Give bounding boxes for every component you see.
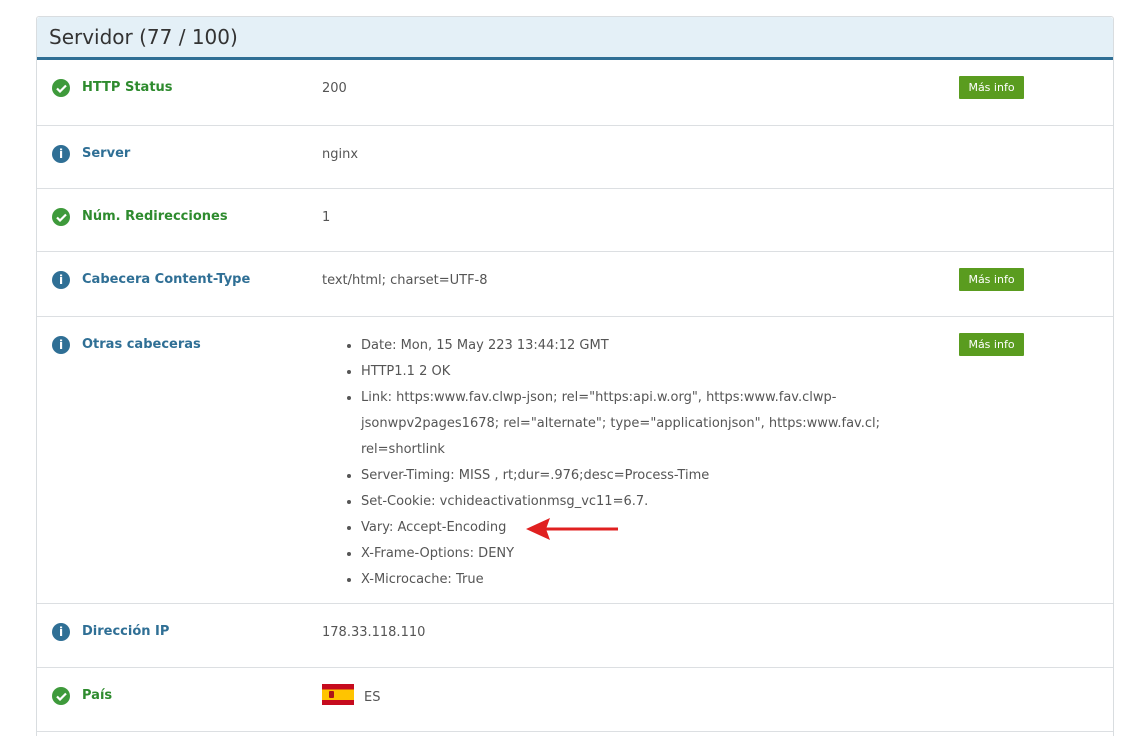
list-item: X-Microcache: True xyxy=(343,567,943,593)
row-server: i Server nginx xyxy=(37,126,1113,189)
row-value: 200 xyxy=(322,81,347,96)
row-content-type: i Cabecera Content-Type text/html; chars… xyxy=(37,252,1113,317)
list-item: X-Frame-Options: DENY xyxy=(343,541,943,567)
row-http-status: HTTP Status 200 Más info xyxy=(37,60,1113,126)
row-label: HTTP Status xyxy=(82,80,173,95)
row-label: Server xyxy=(82,146,131,161)
list-item: Server-Timing: MISS , rt;dur=.976;desc=P… xyxy=(343,463,943,489)
check-circle-icon xyxy=(52,79,70,97)
row-label: Núm. Redirecciones xyxy=(82,209,228,224)
red-arrow-icon xyxy=(526,518,618,540)
spain-flag-icon xyxy=(322,684,354,705)
row-label: Cabecera Content-Type xyxy=(82,272,251,287)
list-item: Vary: Accept-Encoding xyxy=(343,515,943,541)
panel-title: Servidor (77 / 100) xyxy=(49,25,238,49)
list-item: Set-Cookie: vchideactivationmsg_vc11=6.7… xyxy=(343,489,943,515)
info-circle-icon: i xyxy=(52,336,70,354)
more-info-button[interactable]: Más info xyxy=(959,268,1024,291)
country-code: ES xyxy=(364,690,381,705)
server-panel: Servidor (77 / 100) HTTP Status 200 Más … xyxy=(36,16,1114,736)
row-other-headers: i Otras cabeceras Más info Date: Mon, 15… xyxy=(37,317,1113,604)
row-value: 1 xyxy=(322,210,331,225)
more-info-button[interactable]: Más info xyxy=(959,76,1024,99)
row-ip-address: i Dirección IP 178.33.118.110 xyxy=(37,604,1113,668)
list-item: Link: https:www.fav.clwp-json; rel="http… xyxy=(343,385,943,411)
check-circle-icon xyxy=(52,208,70,226)
row-redirects: Núm. Redirecciones 1 xyxy=(37,189,1113,252)
row-country: País ES xyxy=(37,668,1113,732)
list-item-continuation: jsonwpv2pages1678; rel="alternate"; type… xyxy=(361,416,881,457)
info-circle-icon: i xyxy=(52,271,70,289)
row-value: text/html; charset=UTF-8 xyxy=(322,273,488,288)
row-label: País xyxy=(82,688,113,703)
panel-header: Servidor (77 / 100) xyxy=(37,17,1113,60)
more-info-button[interactable]: Más info xyxy=(959,333,1024,356)
info-circle-icon: i xyxy=(52,145,70,163)
check-circle-icon xyxy=(52,687,70,705)
headers-list: Date: Mon, 15 May 223 13:44:12 GMT HTTP1… xyxy=(343,333,943,593)
row-label: Dirección IP xyxy=(82,624,170,639)
list-item: HTTP1.1 2 OK xyxy=(343,359,943,385)
row-label: Otras cabeceras xyxy=(82,337,201,352)
info-circle-icon: i xyxy=(52,623,70,641)
list-item: Date: Mon, 15 May 223 13:44:12 GMT xyxy=(343,333,943,359)
row-value: 178.33.118.110 xyxy=(322,625,426,640)
row-value: nginx xyxy=(322,147,359,162)
